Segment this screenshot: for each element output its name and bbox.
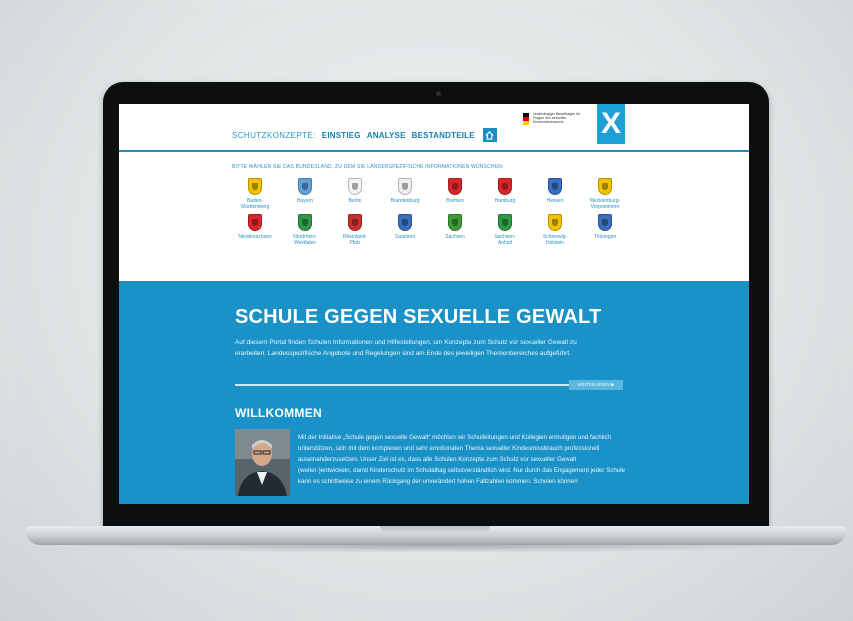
state-name: Mecklenburg- Vorpommern [589, 198, 621, 210]
intro-text: Auf diesem Portal finden Schulen Informa… [235, 339, 577, 357]
page-title: SCHULE GEGEN SEXUELLE GEWALT [235, 306, 602, 328]
portrait-photo [235, 429, 290, 496]
state-name: Baden- Württemberg [240, 198, 270, 210]
main-nav: SCHUTZKONZEPTE: EINSTIEG ANALYSE BESTAND… [232, 128, 497, 142]
state-link[interactable]: Rheinland- Pfalz [330, 214, 380, 246]
coat-of-arms-icon [548, 214, 562, 231]
state-link[interactable]: Mecklenburg- Vorpommern [580, 178, 630, 210]
coat-of-arms-icon [448, 214, 462, 231]
state-name: Nordrhein- Westfalen [293, 234, 317, 246]
state-name: Schleswig- Holstein [542, 234, 568, 246]
coat-of-arms-icon [298, 214, 312, 231]
state-name: Hamburg [494, 198, 516, 204]
coat-of-arms-icon [348, 214, 362, 231]
base-notch [380, 526, 490, 532]
home-icon [485, 130, 494, 140]
state-link[interactable]: Schleswig- Holstein [530, 214, 580, 246]
initiative-logo[interactable]: X [597, 104, 625, 144]
federal-eagle-icon [523, 112, 529, 125]
state-link[interactable]: Berlin [330, 178, 380, 210]
state-link[interactable]: Brandenburg [380, 178, 430, 210]
states-prompt: BITTE WÄHLEN SIE DAS BUNDESLAND, ZU DEM … [232, 164, 504, 170]
coat-of-arms-icon [498, 178, 512, 195]
state-name: Thüringen [593, 234, 617, 240]
state-name: Bremen [446, 198, 464, 204]
states-grid: Baden- Württemberg Bayern Berlin Brandenbur… [230, 178, 630, 246]
state-link[interactable]: Hessen [530, 178, 580, 210]
laptop-screen: SCHUTZKONZEPTE: EINSTIEG ANALYSE BESTAND… [119, 104, 749, 504]
state-link[interactable]: Sachsen [430, 214, 480, 246]
coat-of-arms-icon [398, 178, 412, 195]
state-name: Berlin [348, 198, 362, 204]
site-header: SCHUTZKONZEPTE: EINSTIEG ANALYSE BESTAND… [119, 104, 749, 152]
coat-of-arms-icon [448, 178, 462, 195]
state-link[interactable]: Niedersachsen [230, 214, 280, 246]
nav-item-bestandteile[interactable]: BESTANDTEILE [412, 131, 475, 140]
state-name: Bayern [297, 198, 313, 204]
state-link[interactable]: Nordrhein- Westfalen [280, 214, 330, 246]
state-name: Hessen [546, 198, 564, 204]
welcome-text: Mit der Initiative „Schule gegen sexuell… [298, 434, 626, 485]
state-name: Sachsen [445, 234, 465, 240]
state-link[interactable]: Hamburg [480, 178, 530, 210]
coat-of-arms-icon [598, 214, 612, 231]
state-name: Rheinland- Pfalz [342, 234, 368, 246]
home-button[interactable] [482, 128, 497, 142]
camera-dot [436, 91, 441, 96]
state-link[interactable]: Bremen [430, 178, 480, 210]
state-name: Niedersachsen [238, 234, 272, 240]
state-link[interactable]: Thüringen [580, 214, 630, 246]
coat-of-arms-icon [398, 214, 412, 231]
state-selection: BITTE WÄHLEN SIE DAS BUNDESLAND, ZU DEM … [119, 152, 749, 282]
ministry-text: Unabhängiger Beauftragter für Fragen des… [533, 112, 581, 125]
welcome-heading: WILLKOMMEN [235, 406, 322, 420]
state-name: Sachsen- Anhalt [494, 234, 516, 246]
state-link[interactable]: Baden- Württemberg [230, 178, 280, 210]
divider [235, 384, 569, 386]
coat-of-arms-icon [248, 178, 262, 195]
read-more-button[interactable]: WEITERLESEN ▶ [569, 380, 623, 390]
ministry-logo[interactable]: Unabhängiger Beauftragter für Fragen des… [523, 112, 585, 125]
coat-of-arms-icon [498, 214, 512, 231]
coat-of-arms-icon [248, 214, 262, 231]
state-name: Brandenburg [390, 198, 420, 204]
coat-of-arms-icon [348, 178, 362, 195]
state-link[interactable]: Sachsen- Anhalt [480, 214, 530, 246]
intro-section: SCHULE GEGEN SEXUELLE GEWALT Auf diesem … [119, 281, 749, 504]
nav-label: SCHUTZKONZEPTE: [232, 130, 316, 140]
coat-of-arms-icon [548, 178, 562, 195]
state-link[interactable]: Bayern [280, 178, 330, 210]
nav-item-analyse[interactable]: ANALYSE [367, 131, 406, 140]
coat-of-arms-icon [298, 178, 312, 195]
state-link[interactable]: Saarland [380, 214, 430, 246]
nav-item-einstieg[interactable]: EINSTIEG [322, 131, 361, 140]
state-name: Saarland [394, 234, 415, 240]
coat-of-arms-icon [598, 178, 612, 195]
base-shadow [60, 545, 810, 553]
